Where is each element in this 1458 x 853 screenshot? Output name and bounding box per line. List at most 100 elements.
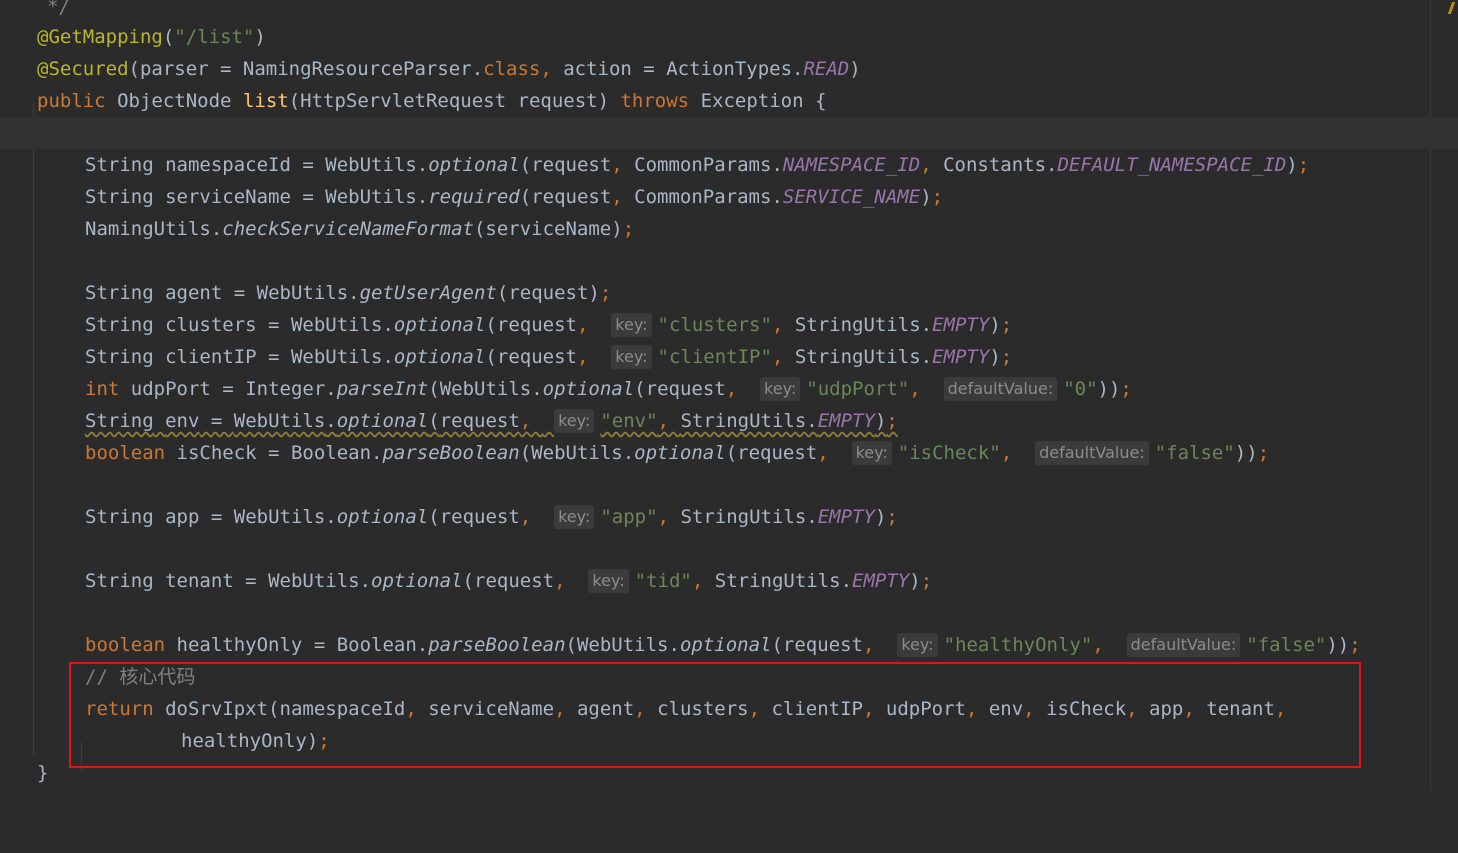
constant: READ <box>803 58 850 80</box>
identifier: CommonParams <box>634 154 772 176</box>
identifier: WebUtils <box>268 570 360 592</box>
identifier: String <box>85 410 154 432</box>
identifier: String <box>85 186 154 208</box>
identifier: Boolean <box>336 634 417 656</box>
constant: SERVICE_NAME <box>782 186 921 208</box>
method-call: checkServiceNameFormat <box>222 218 474 240</box>
identifier: serviceName <box>485 218 612 240</box>
identifier: healthyOnly <box>176 634 303 656</box>
method-call: doSrvIpxt <box>165 698 269 720</box>
code-line[interactable]: String env = WebUtils.optional(request, … <box>0 405 1458 437</box>
code-line[interactable]: String app = WebUtils.optional(request, … <box>0 501 1458 533</box>
method-call: parseBoolean <box>382 442 520 464</box>
code-line[interactable]: String clusters = WebUtils.optional(requ… <box>0 309 1458 341</box>
identifier: request <box>645 378 726 400</box>
code-line[interactable]: boolean isCheck = Boolean.parseBoolean(W… <box>0 437 1458 469</box>
identifier: ActionTypes <box>666 58 793 80</box>
warning-underline[interactable]: String env = WebUtils.optional(request, … <box>85 409 898 433</box>
code-line[interactable]: int udpPort = Integer.parseInt(WebUtils.… <box>0 373 1458 405</box>
method-call: parseInt <box>336 378 429 400</box>
current-line[interactable] <box>0 117 1458 149</box>
method-call: optional <box>393 314 486 336</box>
parameter-hint: defaultValue: <box>943 377 1058 401</box>
code-line[interactable]: String serviceName = WebUtils.required(r… <box>0 181 1458 213</box>
identifier: ObjectNode <box>117 90 232 112</box>
code-line[interactable]: NamingUtils.checkServiceNameFormat(servi… <box>0 213 1458 245</box>
method-call: optional <box>336 506 429 528</box>
annotation: @GetMapping <box>37 26 163 48</box>
keyword: boolean <box>85 634 166 656</box>
constant: EMPTY <box>817 410 875 432</box>
identifier: Constants <box>943 154 1047 176</box>
parameter-hint: key: <box>611 313 652 337</box>
identifier: WebUtils <box>233 410 326 432</box>
identifier: String <box>85 506 154 528</box>
code-line[interactable]: String agent = WebUtils.getUserAgent(req… <box>0 277 1458 309</box>
identifier: isCheck <box>1046 698 1127 720</box>
closing-brace: } <box>37 762 49 784</box>
code-line[interactable]: public ObjectNode list(HttpServletReques… <box>0 85 1458 117</box>
method-call: required <box>428 186 520 208</box>
identifier: clientIP <box>165 346 257 368</box>
keyword: class <box>483 58 541 80</box>
identifier: NamingUtils <box>85 218 211 240</box>
string-literal: "tid" <box>634 570 692 592</box>
constant: EMPTY <box>817 506 875 528</box>
annotation: @Secured <box>37 58 129 80</box>
string-literal: "/list" <box>174 26 255 48</box>
doc-comment-end: */ <box>47 0 70 18</box>
identifier: StringUtils <box>680 410 807 432</box>
identifier: request <box>782 634 863 656</box>
code-line[interactable]: */ <box>0 0 1458 23</box>
parameter-hint: key: <box>554 409 595 433</box>
identifier: udpPort <box>130 378 211 400</box>
constant: DEFAULT_NAMESPACE_ID <box>1057 154 1287 176</box>
identifier: CommonParams <box>634 186 772 208</box>
identifier: tenant <box>1206 698 1275 720</box>
code-line[interactable]: boolean healthyOnly = Boolean.parseBoole… <box>0 629 1458 661</box>
parameter-hint: key: <box>554 505 595 529</box>
code-line[interactable]: @GetMapping("/list") <box>0 21 1458 53</box>
code-line[interactable]: return doSrvIpxt(namespaceId, serviceNam… <box>0 693 1458 725</box>
identifier: app <box>165 506 200 528</box>
identifier: request <box>508 282 589 304</box>
method-call: optional <box>679 634 772 656</box>
code-line[interactable]: String tenant = WebUtils.optional(reques… <box>0 565 1458 597</box>
identifier: WebUtils <box>531 442 623 464</box>
code-line[interactable]: // 核心代码 <box>0 661 1458 693</box>
identifier: clusters <box>165 314 257 336</box>
identifier: StringUtils <box>794 346 921 368</box>
code-line[interactable]: String clientIP = WebUtils.optional(requ… <box>0 341 1458 373</box>
identifier: String <box>85 570 154 592</box>
parameter-hint: defaultValue: <box>1035 441 1149 465</box>
constant: EMPTY <box>932 346 990 368</box>
identifier: WebUtils <box>325 154 417 176</box>
parameter-hint: key: <box>611 345 652 369</box>
code-line[interactable]: String namespaceId = WebUtils.optional(r… <box>0 149 1458 181</box>
identifier: env <box>988 698 1024 720</box>
identifier: WebUtils <box>576 634 669 656</box>
identifier: StringUtils <box>680 506 807 528</box>
constant: EMPTY <box>852 570 910 592</box>
identifier: serviceName <box>428 698 555 720</box>
identifier: serviceName <box>165 186 291 208</box>
code-line[interactable]: @Secured(parser = NamingResourceParser.c… <box>0 53 1458 85</box>
code-line[interactable]: healthyOnly); <box>0 725 1458 757</box>
code-line[interactable]: } <box>0 757 1458 789</box>
identifier: String <box>85 314 154 336</box>
identifier: request <box>439 506 520 528</box>
constant: NAMESPACE_ID <box>782 154 921 176</box>
identifier: NamingResourceParser <box>242 58 472 80</box>
identifier: request <box>496 314 577 336</box>
identifier: request <box>531 186 612 208</box>
code-editor[interactable]: */ @GetMapping("/list") @Secured(parser … <box>0 0 1458 791</box>
constant: EMPTY <box>932 314 990 336</box>
identifier: clientIP <box>771 698 863 720</box>
identifier: WebUtils <box>290 314 383 336</box>
method-call: optional <box>634 442 726 464</box>
identifier: WebUtils <box>325 186 417 208</box>
method-call: optional <box>393 346 486 368</box>
keyword: return <box>85 698 154 720</box>
identifier: env <box>165 410 200 432</box>
line-comment: // 核心代码 <box>85 666 196 688</box>
